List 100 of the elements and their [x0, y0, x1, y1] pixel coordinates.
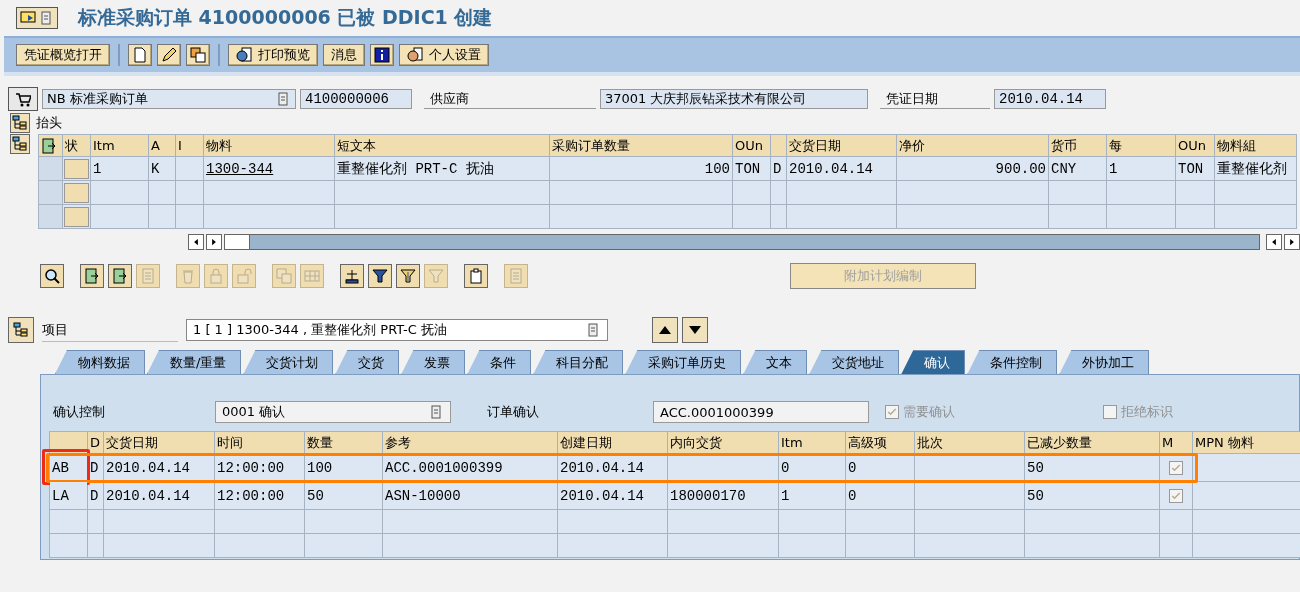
table-tool-button[interactable] [464, 264, 488, 288]
funnel-icon [400, 268, 416, 284]
toolbar-button[interactable] [370, 44, 394, 66]
document-date-label: 凭证日期 [880, 89, 990, 109]
table-tool-button[interactable] [340, 264, 364, 288]
tab[interactable]: 发票 [401, 350, 466, 374]
tree-icon [12, 136, 28, 152]
tab[interactable]: 科目分配 [533, 350, 624, 374]
item-label: 项目 [42, 318, 178, 342]
column-header[interactable]: 数量 [304, 431, 383, 454]
scroll-left-button[interactable] [1266, 234, 1282, 250]
column-settings-button[interactable] [38, 134, 63, 157]
column-header[interactable]: 采购订单数量 [549, 134, 733, 157]
column-header[interactable]: I [175, 134, 204, 157]
vendor-label: 供应商 [424, 89, 596, 109]
column-header[interactable]: 内向交货 [667, 431, 779, 454]
item-overview-button[interactable] [10, 134, 30, 154]
item-detail-button[interactable] [8, 317, 34, 343]
tab[interactable]: 确认 [901, 350, 966, 374]
scroll-thumb[interactable] [225, 235, 250, 249]
lock-icon [208, 268, 224, 284]
checkbox[interactable] [885, 405, 899, 419]
scroll-right-button[interactable] [1284, 234, 1300, 250]
column-header[interactable]: 高级项 [845, 431, 915, 454]
vendor-field[interactable]: 37001 大庆邦辰钻采技术有限公司 [600, 89, 868, 109]
column-header[interactable]: 物料組 [1214, 134, 1297, 157]
order-confirmation-field[interactable]: ACC.0001000399 [653, 401, 869, 423]
toolbar-button[interactable]: 个人设置 [399, 44, 489, 66]
tab[interactable]: 交货 [335, 350, 400, 374]
table-cell: 900.00 [896, 156, 1049, 181]
table-tool-button[interactable] [80, 264, 104, 288]
screen-menu-button[interactable] [16, 7, 58, 29]
column-header[interactable]: 状 [62, 134, 91, 157]
header-expand-button[interactable] [10, 113, 30, 133]
tab[interactable]: 条件控制 [967, 350, 1058, 374]
tab[interactable]: 交货计划 [243, 350, 334, 374]
funnel-icon [428, 268, 444, 284]
column-header[interactable]: Itm [778, 431, 846, 454]
column-header[interactable]: 短文本 [334, 134, 550, 157]
tab[interactable]: 数量/重量 [147, 350, 242, 374]
column-header[interactable]: 每 [1106, 134, 1176, 157]
column-header[interactable]: 参考 [382, 431, 558, 454]
next-item-button[interactable] [682, 317, 708, 343]
scroll-left-button[interactable] [188, 234, 204, 250]
magnifier-icon [44, 268, 60, 284]
table-tool-button[interactable] [108, 264, 132, 288]
column-header[interactable]: 批次 [914, 431, 1025, 454]
column-header[interactable]: 交货日期 [103, 431, 215, 454]
tab[interactable]: 文本 [743, 350, 808, 374]
tab[interactable]: 交货地址 [809, 350, 900, 374]
column-header[interactable]: 创建日期 [557, 431, 668, 454]
item-dropdown[interactable]: 1 [ 1 ] 1300-344 , 重整催化剂 PRT-C 抚油 [186, 319, 608, 341]
cart-button[interactable] [8, 87, 38, 111]
column-header[interactable]: Itm [90, 134, 149, 157]
trash-icon [180, 268, 196, 284]
clipboard-icon [468, 268, 484, 284]
tab[interactable]: 采购订单历史 [625, 350, 742, 374]
document-date-field[interactable]: 2010.04.14 [994, 89, 1106, 109]
tab[interactable]: 物料数据 [55, 350, 145, 374]
toolbar-button[interactable] [157, 44, 181, 66]
column-header[interactable]: 时间 [214, 431, 305, 454]
column-header[interactable]: 货币 [1048, 134, 1107, 157]
column-header[interactable]: 净价 [896, 134, 1049, 157]
table-cell: ASN-10000 [382, 481, 558, 510]
column-header[interactable]: 物料 [203, 134, 335, 157]
toolbar-button[interactable]: 打印预览 [228, 44, 318, 66]
table-cell: 1 [778, 481, 846, 510]
table-cell: 50 [1024, 481, 1160, 510]
confirmation-control-dropdown[interactable]: 0001 确认 [215, 401, 451, 423]
tree-icon [13, 322, 29, 338]
checkbox-label: 需要确认 [903, 403, 955, 421]
column-header[interactable]: MPN 物料 [1192, 431, 1300, 454]
column-header[interactable]: 已减少数量 [1024, 431, 1160, 454]
column-header[interactable]: M [1159, 431, 1193, 454]
table-cell: 2010.04.14 [557, 481, 668, 510]
document-number-field[interactable]: 4100000006 [300, 89, 412, 109]
toolbar-button[interactable]: 消息 [323, 44, 365, 66]
material-link[interactable]: 1300-344 [206, 160, 274, 177]
column-header[interactable]: OUn [1175, 134, 1215, 157]
table-cell: 2010.04.14 [103, 481, 215, 510]
tab[interactable]: 条件 [467, 350, 532, 374]
column-header[interactable]: OUn [732, 134, 771, 157]
toolbar-button[interactable] [186, 44, 210, 66]
scroll-right-button[interactable] [206, 234, 222, 250]
unlock-icon [236, 268, 252, 284]
table-cell: 180000170 [667, 481, 779, 510]
column-header[interactable]: 交货日期 [786, 134, 897, 157]
toolbar-button[interactable]: 凭证概览打开 [16, 44, 110, 66]
grid-icon [304, 268, 320, 284]
tab[interactable]: 外协加工 [1059, 350, 1150, 374]
checkbox[interactable] [1103, 405, 1117, 419]
document-type-field[interactable]: NB 标准采购订单 [42, 89, 296, 109]
table-tool-button[interactable] [368, 264, 392, 288]
document-icon [140, 268, 156, 284]
confirmation-control-label: 确认控制 [52, 403, 106, 421]
table-tool-button[interactable] [40, 264, 64, 288]
scrollbar-track[interactable] [224, 234, 1260, 250]
document-icon [38, 10, 54, 26]
column-header[interactable]: A [148, 134, 176, 157]
previous-item-button[interactable] [652, 317, 678, 343]
